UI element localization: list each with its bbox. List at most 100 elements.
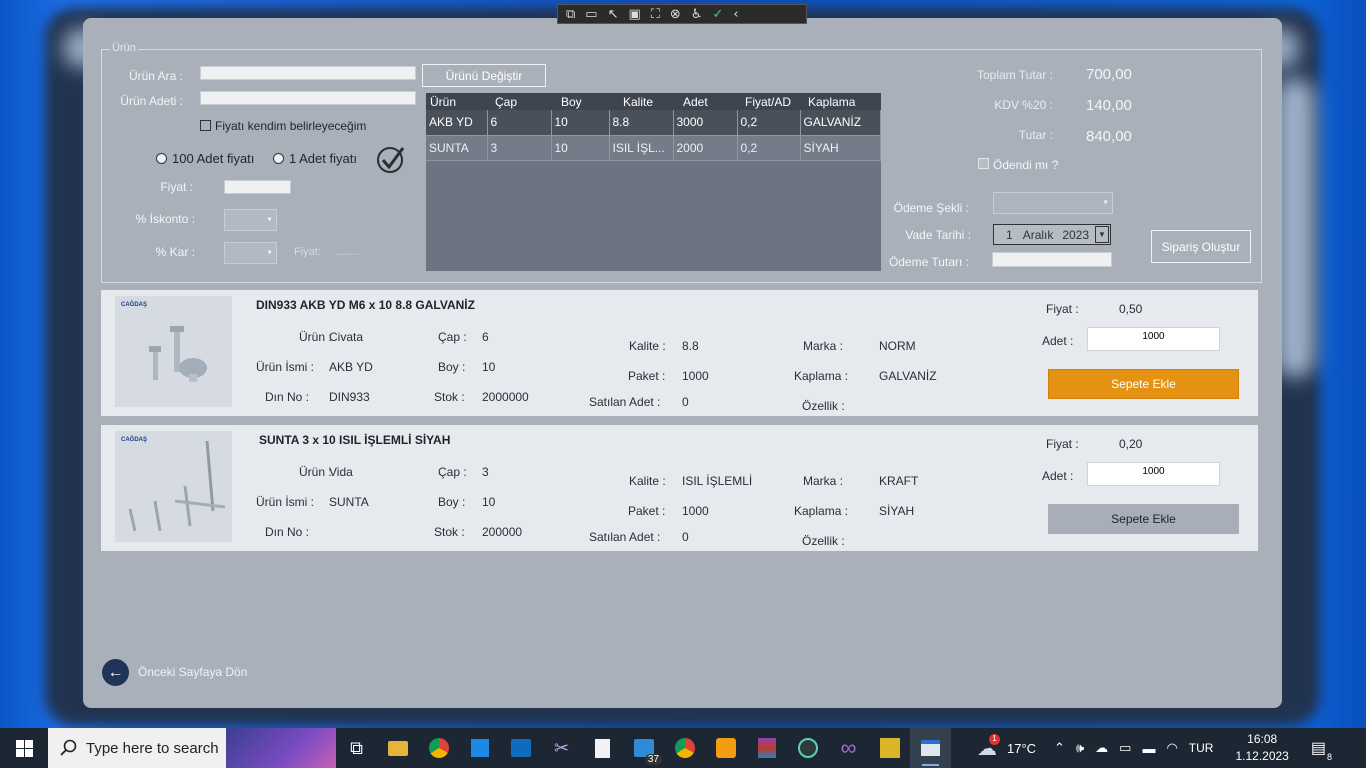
radio-1-label: 1 Adet fiyatı bbox=[289, 151, 357, 166]
price-input[interactable] bbox=[224, 180, 291, 194]
price-label: Fiyat : bbox=[1046, 437, 1079, 451]
store-icon[interactable] bbox=[459, 728, 500, 768]
track-focused-icon[interactable]: ▣ bbox=[629, 7, 641, 22]
qty-input[interactable]: 1000 bbox=[1087, 327, 1220, 351]
confirm-check-icon[interactable] bbox=[376, 144, 406, 174]
paid-checkbox[interactable] bbox=[978, 158, 989, 169]
order-grid[interactable]: Ürün Çap Boy Kalite Adet Fiyat/AD Kaplam… bbox=[426, 93, 881, 271]
grid-cell[interactable]: SUNTA bbox=[426, 135, 488, 161]
active-app-icon[interactable] bbox=[910, 728, 951, 768]
create-order-button[interactable]: Sipariş Oluştur bbox=[1151, 230, 1251, 263]
grid-col-diameter[interactable]: Çap bbox=[487, 93, 551, 110]
grid-col-quality[interactable]: Kalite bbox=[609, 93, 673, 110]
table-row[interactable]: SUNTA 3 10 ISIL İŞL... 2000 0,2 SİYAH bbox=[426, 135, 881, 161]
visual-studio-icon[interactable]: ∞ bbox=[828, 728, 869, 768]
grid-cell[interactable]: 0,2 bbox=[737, 135, 801, 161]
grid-col-product[interactable]: Ürün bbox=[426, 93, 487, 110]
notepad-icon[interactable] bbox=[582, 728, 623, 768]
grid-cell[interactable]: 0,2 bbox=[737, 110, 801, 136]
add-to-cart-button[interactable]: Sepete Ekle bbox=[1048, 369, 1239, 399]
field-value: AKB YD bbox=[329, 360, 373, 374]
clock-date: 1.12.2023 bbox=[1235, 749, 1289, 763]
back-link[interactable]: Önceki Sayfaya Dön bbox=[138, 665, 247, 679]
grid-cell[interactable]: 2000 bbox=[673, 135, 738, 161]
chrome-profile-icon[interactable] bbox=[664, 728, 705, 768]
payment-amount-input[interactable] bbox=[992, 252, 1112, 267]
status-ok-icon[interactable]: ✓ bbox=[712, 7, 723, 22]
grid-cell[interactable]: ISIL İŞL... bbox=[609, 135, 674, 161]
start-button[interactable] bbox=[0, 728, 48, 768]
volume-icon[interactable]: 🕪 bbox=[1076, 740, 1084, 756]
grid-col-qty[interactable]: Adet bbox=[673, 93, 737, 110]
tools-app-icon[interactable] bbox=[869, 728, 910, 768]
payment-method-combo[interactable]: ▼ bbox=[993, 192, 1113, 214]
product-search-input[interactable] bbox=[200, 66, 416, 80]
field-value: KRAFT bbox=[879, 474, 919, 488]
payment-method-label: Ödeme Şekli : bbox=[893, 201, 969, 215]
grid-cell[interactable]: 10 bbox=[551, 110, 610, 136]
qty-input[interactable]: 1000 bbox=[1087, 462, 1220, 486]
field-label: Kalite : bbox=[629, 474, 666, 488]
discount-combo[interactable]: ▼ bbox=[224, 209, 277, 231]
grid-cell[interactable]: 10 bbox=[551, 135, 610, 161]
back-arrow-icon[interactable]: ← bbox=[102, 659, 129, 686]
table-row[interactable]: AKB YD 6 10 8.8 3000 0,2 GALVANİZ bbox=[426, 110, 881, 136]
taskbar-search[interactable]: Type here to search bbox=[48, 728, 336, 768]
chevron-up-icon[interactable]: ⌃ bbox=[1054, 740, 1065, 756]
add-to-cart-button[interactable]: Sepete Ekle bbox=[1048, 504, 1239, 534]
calendar-dropdown-icon[interactable]: ▼ bbox=[1095, 226, 1109, 243]
wifi-icon[interactable]: ◠ bbox=[1166, 740, 1177, 756]
grid-cell[interactable]: GALVANİZ bbox=[800, 110, 881, 136]
own-price-checkbox[interactable] bbox=[200, 120, 211, 131]
select-element-icon[interactable]: ⧉ bbox=[566, 7, 575, 22]
radio-1-unit[interactable] bbox=[273, 153, 284, 164]
battery-icon[interactable]: ▬ bbox=[1142, 741, 1155, 756]
due-day: 1 bbox=[1006, 227, 1013, 242]
hot-reload-icon[interactable]: ⊗ bbox=[670, 7, 681, 22]
change-product-button[interactable]: Ürünü Değiştir bbox=[422, 64, 546, 87]
product-card[interactable]: CAĞDAŞ DIN933 AKB YD M6 x 10 8.8 GALVANİ… bbox=[101, 290, 1258, 416]
grid-cell[interactable]: 6 bbox=[487, 110, 552, 136]
field-value: 200000 bbox=[482, 525, 523, 539]
profit-combo[interactable]: ▼ bbox=[224, 242, 277, 264]
cloud-icon: ☁ 1 bbox=[977, 733, 1000, 761]
clock[interactable]: 16:08 1.12.2023 bbox=[1235, 731, 1288, 765]
taskbar-app-with-badge-icon[interactable]: 37 bbox=[623, 728, 664, 768]
pointer-icon[interactable]: ↖ bbox=[608, 7, 619, 22]
radio-100-units[interactable] bbox=[156, 153, 167, 164]
layout-adorners-icon[interactable]: ⛶ bbox=[651, 7, 660, 22]
gitkraken-icon[interactable] bbox=[787, 728, 828, 768]
input-language[interactable]: TUR bbox=[1189, 741, 1214, 755]
grid-col-length[interactable]: Boy bbox=[551, 93, 609, 110]
due-date-picker[interactable]: 1 Aralık 2023 ▼ bbox=[993, 224, 1111, 245]
collapse-icon[interactable]: ‹ bbox=[733, 7, 738, 22]
file-explorer-icon[interactable] bbox=[377, 728, 418, 768]
outlook-icon[interactable] bbox=[500, 728, 541, 768]
pdf-app-icon[interactable] bbox=[705, 728, 746, 768]
accessibility-icon[interactable]: ♿ bbox=[691, 7, 703, 22]
grid-cell[interactable]: 3000 bbox=[673, 110, 738, 136]
brand-logo-text: CAĞDAŞ bbox=[121, 300, 147, 308]
grid-cell[interactable]: SİYAH bbox=[800, 135, 881, 161]
field-value: 0 bbox=[682, 395, 689, 409]
weather-widget[interactable]: ☁ 1 17°C bbox=[977, 733, 1036, 761]
product-card[interactable]: CAĞDAŞ SUNTA 3 x 10 ISIL İŞLEMLİ SİYAH Ü… bbox=[101, 425, 1258, 551]
meet-icon[interactable]: ▭ bbox=[1119, 740, 1131, 756]
grid-cell[interactable]: 3 bbox=[487, 135, 552, 161]
grid-cell[interactable]: AKB YD bbox=[426, 110, 488, 136]
notification-count: 8 bbox=[1326, 752, 1332, 762]
debug-toolbar: ⧉ ▭ ↖ ▣ ⛶ ⊗ ♿ ✓ ‹ bbox=[557, 4, 807, 24]
snipping-tool-icon[interactable]: ✂ bbox=[541, 728, 582, 768]
product-qty-input[interactable] bbox=[200, 91, 416, 105]
display-layout-icon[interactable]: ▭ bbox=[585, 7, 597, 22]
grid-cell[interactable]: 8.8 bbox=[609, 110, 674, 136]
field-label: Çap : bbox=[438, 465, 467, 479]
grid-col-unit-price[interactable]: Fiyat/AD bbox=[737, 93, 800, 110]
notification-center-icon[interactable]: ▤ 8 bbox=[1311, 738, 1332, 762]
task-view-icon[interactable]: ⧉ bbox=[336, 728, 377, 768]
grid-col-coating[interactable]: Kaplama bbox=[800, 93, 881, 110]
weather-alert-badge: 1 bbox=[989, 733, 1000, 745]
onedrive-icon[interactable]: ☁ bbox=[1095, 740, 1108, 756]
winrar-icon[interactable] bbox=[746, 728, 787, 768]
chrome-icon[interactable] bbox=[418, 728, 459, 768]
